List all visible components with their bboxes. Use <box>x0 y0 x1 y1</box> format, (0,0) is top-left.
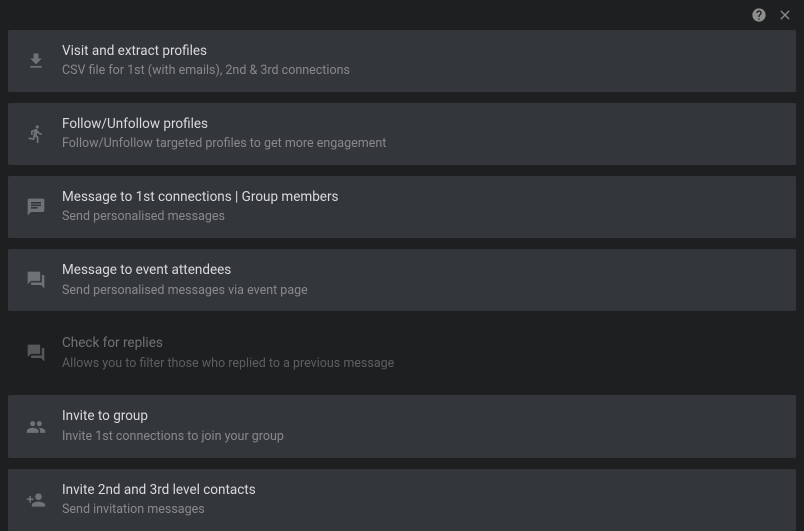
item-text: Invite to group Invite 1st connections t… <box>62 407 782 445</box>
download-icon <box>22 51 50 71</box>
item-title: Invite to group <box>62 407 782 425</box>
item-title: Invite 2nd and 3rd level contacts <box>62 481 782 499</box>
item-subtitle: Allows you to filter those who replied t… <box>62 356 782 373</box>
item-text: Check for replies Allows you to filter t… <box>62 334 782 372</box>
item-title: Message to event attendees <box>62 261 782 279</box>
group-icon <box>22 417 50 437</box>
item-subtitle: Follow/Unfollow targeted profiles to get… <box>62 136 782 153</box>
item-text: Message to 1st connections | Group membe… <box>62 188 782 226</box>
item-text: Follow/Unfollow profiles Follow/Unfollow… <box>62 115 782 153</box>
messages-icon <box>22 270 50 290</box>
item-follow-unfollow[interactable]: Follow/Unfollow profiles Follow/Unfollow… <box>8 103 796 165</box>
close-icon[interactable] <box>776 6 794 24</box>
action-list: Visit and extract profiles CSV file for … <box>0 30 804 531</box>
item-title: Message to 1st connections | Group membe… <box>62 188 782 206</box>
person-add-icon <box>22 490 50 510</box>
item-subtitle: CSV file for 1st (with emails), 2nd & 3r… <box>62 63 782 80</box>
item-visit-extract-profiles[interactable]: Visit and extract profiles CSV file for … <box>8 30 796 92</box>
item-message-1st-connections[interactable]: Message to 1st connections | Group membe… <box>8 176 796 238</box>
item-invite-to-group[interactable]: Invite to group Invite 1st connections t… <box>8 395 796 457</box>
item-title: Check for replies <box>62 334 782 352</box>
message-icon <box>22 197 50 217</box>
run-icon <box>22 124 50 144</box>
item-subtitle: Send personalised messages <box>62 209 782 226</box>
item-message-event-attendees[interactable]: Message to event attendees Send personal… <box>8 249 796 311</box>
item-subtitle: Send invitation messages <box>62 502 782 519</box>
item-title: Follow/Unfollow profiles <box>62 115 782 133</box>
item-title: Visit and extract profiles <box>62 42 782 60</box>
messages-icon <box>22 343 50 363</box>
item-text: Invite 2nd and 3rd level contacts Send i… <box>62 481 782 519</box>
item-check-for-replies: Check for replies Allows you to filter t… <box>8 322 796 384</box>
item-invite-2nd-3rd-contacts[interactable]: Invite 2nd and 3rd level contacts Send i… <box>8 469 796 531</box>
item-text: Visit and extract profiles CSV file for … <box>62 42 782 80</box>
item-subtitle: Send personalised messages via event pag… <box>62 283 782 300</box>
help-icon[interactable] <box>750 6 768 24</box>
item-text: Message to event attendees Send personal… <box>62 261 782 299</box>
item-subtitle: Invite 1st connections to join your grou… <box>62 429 782 446</box>
top-bar <box>0 0 804 30</box>
